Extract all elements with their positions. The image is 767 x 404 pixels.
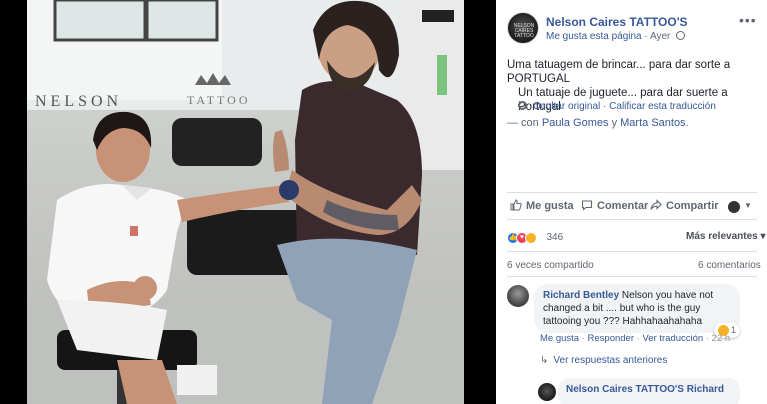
previous-replies-label: Ver respuestas anteriores xyxy=(553,355,668,366)
reply-mention-link[interactable]: Richard xyxy=(687,384,724,395)
share-label: Compartir xyxy=(666,200,719,212)
comment-label: Comentar xyxy=(597,200,649,212)
page-avatar-text: NELSON CAIRES TATTOO xyxy=(513,23,535,39)
reply-author-link[interactable]: Nelson Caires TATTOO'S xyxy=(566,384,684,395)
post-subline: Me gusta esta página · Ayer xyxy=(546,31,686,42)
sort-label: Más relevantes xyxy=(686,231,758,242)
post-text: Uma tatuagem de brincar... para dar sort… xyxy=(507,59,731,85)
comment-actions: Me gusta · Responder · Ver traducción · … xyxy=(540,333,730,344)
reactions-summary[interactable]: 👍 ♥ 346 xyxy=(507,229,563,245)
post-time[interactable]: Ayer xyxy=(650,31,670,42)
share-count-link[interactable]: 6 veces compartido xyxy=(507,260,594,271)
thumbs-up-icon xyxy=(510,199,522,211)
dot-separator: · xyxy=(636,333,640,344)
viewer-avatar[interactable] xyxy=(728,201,740,213)
like-button[interactable]: Me gusta xyxy=(510,199,574,212)
tagged-joiner: y xyxy=(611,117,618,129)
haha-reaction-icon xyxy=(525,231,537,244)
dot-separator: · xyxy=(581,333,585,344)
divider xyxy=(507,192,757,193)
share-button[interactable]: Compartir xyxy=(650,199,719,212)
tattoo-studio-photo: NELSON TATTOO xyxy=(27,0,464,404)
wall-lettering-left: NELSON xyxy=(35,93,122,110)
reply-author-avatar[interactable] xyxy=(538,383,556,401)
post-panel: NELSON CAIRES TATTOO Nelson Caires TATTO… xyxy=(496,0,767,404)
more-options-icon[interactable]: ••• xyxy=(739,12,757,28)
tagged-person-link[interactable]: Paula Gomes xyxy=(542,117,609,129)
comment-like-link[interactable]: Me gusta xyxy=(540,333,579,344)
chevron-down-icon[interactable]: ▼ xyxy=(744,201,752,210)
translation-links: Ocultar original · Calificar esta traduc… xyxy=(518,101,716,112)
gear-icon xyxy=(518,101,527,110)
divider xyxy=(507,251,757,252)
comment-reply-link[interactable]: Responder xyxy=(588,333,634,344)
divider xyxy=(507,276,757,277)
translation-separator: · xyxy=(603,101,607,112)
wall-lettering-right: TATTOO xyxy=(187,93,250,107)
divider xyxy=(507,219,757,220)
page-name-link[interactable]: Nelson Caires TATTOO'S xyxy=(546,15,688,29)
commenter-avatar[interactable] xyxy=(507,285,529,307)
share-icon xyxy=(650,199,662,210)
with-prefix: — con xyxy=(507,117,539,129)
reply-bubble: Nelson Caires TATTOO'S Richard xyxy=(558,378,740,404)
reply-arrow-icon: ↳ xyxy=(540,355,549,366)
comment-button[interactable]: Comentar xyxy=(581,199,648,212)
subline-separator: · xyxy=(644,31,648,42)
post-photo[interactable]: NELSON TATTOO xyxy=(27,0,464,404)
hide-original-link[interactable]: Ocultar original xyxy=(533,101,600,112)
tagged-people: — con Paula Gomes y Marta Santos. xyxy=(507,117,689,129)
tagged-suffix: . xyxy=(685,117,689,129)
comment-icon xyxy=(581,200,593,211)
tagged-person-link[interactable]: Marta Santos xyxy=(620,117,685,129)
comment-count-link[interactable]: 6 comentarios xyxy=(698,260,761,271)
rate-translation-link[interactable]: Calificar esta traducción xyxy=(609,101,716,112)
chevron-down-icon: ▾ xyxy=(760,231,766,242)
comment-reaction-count: 1 xyxy=(731,325,737,335)
comment-time[interactable]: 22 h xyxy=(712,333,731,344)
reaction-count: 346 xyxy=(546,232,564,244)
photo-viewer: NELSON TATTOO xyxy=(0,0,496,404)
dot-separator: · xyxy=(705,333,710,344)
sort-comments-dropdown[interactable]: Más relevantes ▾ xyxy=(686,231,766,242)
see-translation-link[interactable]: Ver traducción xyxy=(642,333,703,344)
like-label: Me gusta xyxy=(526,200,574,212)
globe-icon xyxy=(676,31,686,40)
post-actions: Me gusta Comentar Compartir ▼ xyxy=(496,195,767,217)
comment-bubble: Richard Bentley Nelson you have not chan… xyxy=(534,284,740,333)
like-page-link[interactable]: Me gusta esta página xyxy=(546,31,642,42)
view-previous-replies-link[interactable]: ↳ Ver respuestas anteriores xyxy=(540,355,667,366)
post-header: NELSON CAIRES TATTOO Nelson Caires TATTO… xyxy=(496,0,767,50)
page-avatar[interactable]: NELSON CAIRES TATTOO xyxy=(507,12,539,44)
comment-author-link[interactable]: Richard Bentley xyxy=(543,290,619,301)
